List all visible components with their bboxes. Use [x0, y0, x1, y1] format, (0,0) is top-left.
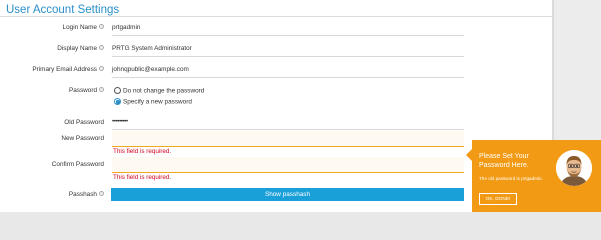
radio-keep-label: Do not change the password [123, 87, 205, 95]
info-circle-icon[interactable]: ? [99, 191, 104, 196]
login-name-label: Login Name? [62, 24, 104, 31]
info-circle-icon[interactable]: ? [99, 45, 104, 50]
radio-unchecked-icon [114, 87, 121, 94]
old-password-label: Old Password [64, 119, 104, 126]
title-divider [0, 16, 553, 17]
avatar [556, 150, 592, 186]
radio-checked-icon [114, 98, 121, 105]
display-name-underline [112, 56, 464, 57]
display-name-input[interactable]: PRTG System Administrator [112, 45, 192, 52]
radio-new-password[interactable]: Specify a new password [114, 98, 192, 106]
new-password-input[interactable] [112, 131, 464, 147]
settings-panel: User Account Settings Login Name? prtgad… [0, 0, 553, 212]
info-circle-icon[interactable]: ? [99, 24, 104, 29]
old-password-underline [112, 129, 464, 130]
show-passhash-button[interactable]: Show passhash [111, 188, 464, 201]
ok-done-button[interactable]: OK, DONE! [479, 193, 517, 205]
old-password-input[interactable]: ••••••••• [112, 118, 128, 125]
email-input[interactable]: johnqpublic@example.com [112, 66, 189, 73]
person-icon [556, 150, 592, 186]
email-underline [112, 77, 464, 78]
new-password-error: This field is required. [113, 148, 172, 155]
confirm-password-label: Confirm Password [51, 161, 104, 168]
tooltip-note: The old password is prtgadmin. [479, 176, 543, 181]
confirm-password-input[interactable] [112, 157, 464, 173]
info-circle-icon[interactable]: ? [99, 66, 104, 71]
radio-new-label: Specify a new password [123, 98, 192, 106]
tooltip-title: Please Set Your Password Here. [479, 153, 529, 169]
login-name-underline [112, 35, 464, 36]
login-name-value: prtgadmin [112, 24, 141, 31]
info-circle-icon[interactable]: ? [99, 87, 104, 92]
new-password-label: New Password [61, 135, 104, 142]
email-label: Primary Email Address? [32, 66, 104, 73]
passhash-label: Passhash? [68, 191, 104, 198]
display-name-label: Display Name? [57, 45, 104, 52]
confirm-password-error: This field is required. [113, 174, 172, 181]
radio-keep-password[interactable]: Do not change the password [114, 87, 204, 95]
page-title: User Account Settings [6, 4, 120, 16]
new-password-underline [112, 146, 464, 147]
password-label: Password? [68, 87, 104, 94]
confirm-password-underline [112, 172, 464, 173]
